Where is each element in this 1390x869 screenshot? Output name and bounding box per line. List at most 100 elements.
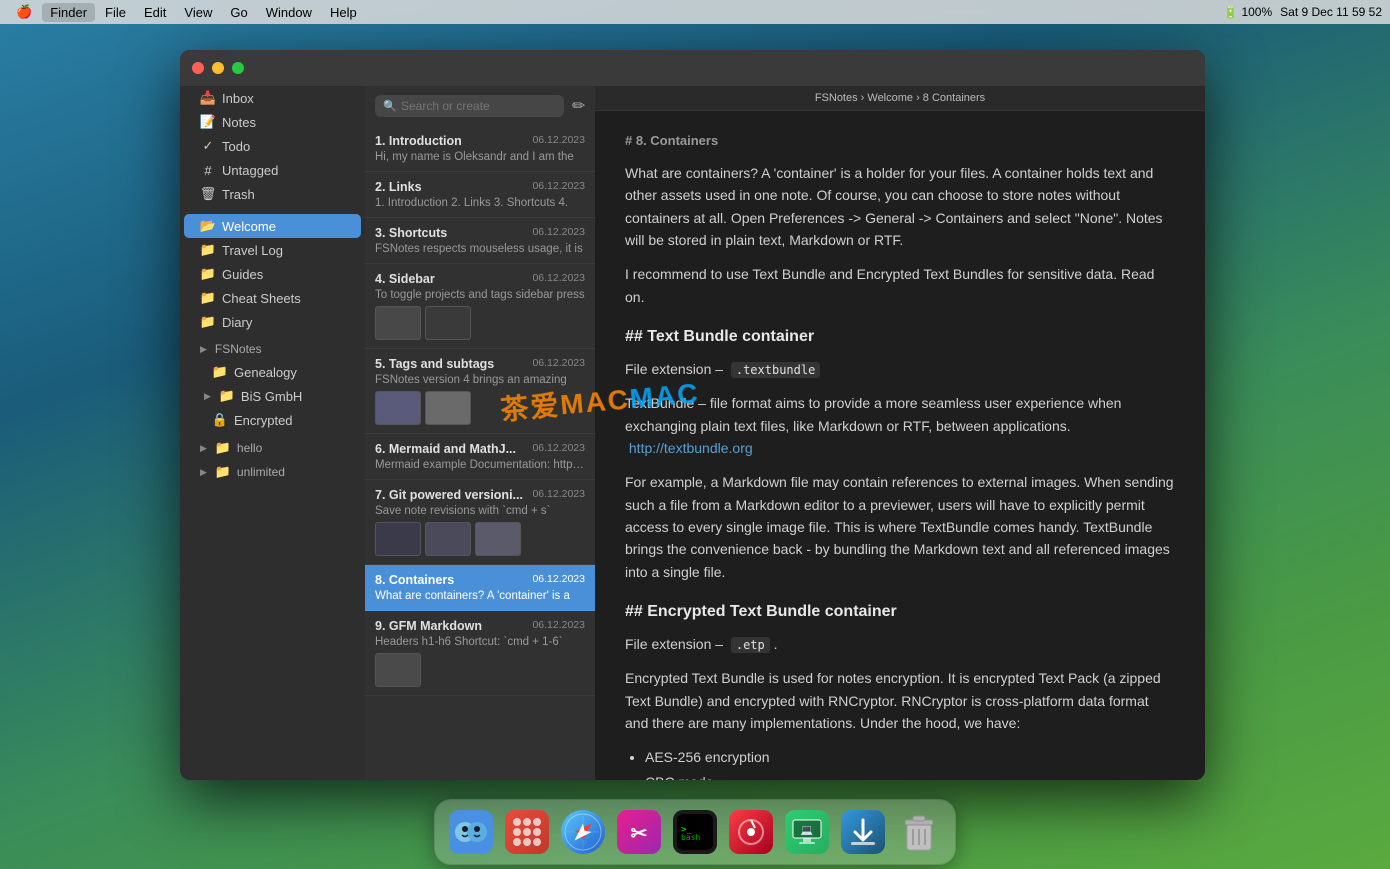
note-title-5: 5. Tags and subtags [375, 357, 494, 371]
note-date-5: 06.12.2023 [532, 357, 585, 369]
breadcrumb: FSNotes › Welcome › 8 Containers [595, 86, 1205, 111]
editor-section-heading: # 8. Containers [625, 131, 1175, 152]
note-item-7[interactable]: 7. Git powered versioni... 06.12.2023 Sa… [365, 480, 595, 565]
note-item-9[interactable]: 9. GFM Markdown 06.12.2023 Headers h1-h6… [365, 611, 595, 696]
editor-etp-desc: Encrypted Text Bundle is used for notes … [625, 667, 1175, 734]
note-thumb-4a [375, 306, 421, 340]
etp-code: .etp [731, 637, 770, 653]
note-images-5 [375, 391, 585, 425]
menubar-finder[interactable]: Finder [42, 3, 95, 22]
menubar: 🍎 Finder File Edit View Go Window Help 🔋… [0, 0, 1390, 24]
dock-launchpad[interactable] [501, 806, 553, 858]
sidebar-item-bis-gmbh[interactable]: ▶ 📁 BiS GmbH [184, 384, 361, 408]
menubar-help[interactable]: Help [322, 3, 365, 22]
dock-trash[interactable] [893, 806, 945, 858]
note-item-8[interactable]: 8. Containers 06.12.2023 What are contai… [365, 565, 595, 611]
menubar-datetime: Sat 9 Dec 11 59 52 [1280, 5, 1382, 19]
notes-icon: 📝 [200, 114, 216, 130]
menubar-edit[interactable]: Edit [136, 3, 174, 22]
editor-content[interactable]: # 8. Containers What are containers? A '… [595, 111, 1205, 780]
apple-menu[interactable]: 🍎 [8, 2, 40, 22]
editor-textbundle-desc: TextBundle – file format aims to provide… [625, 392, 1175, 459]
sidebar-item-genealogy[interactable]: 📁 Genealogy [184, 360, 361, 384]
sidebar-item-diary[interactable]: 📁 Diary [184, 310, 361, 334]
editor-h2-textbundle: ## Text Bundle container [625, 324, 1175, 350]
folder-cheat-icon: 📁 [200, 290, 216, 306]
note-preview-8: What are containers? A 'container' is a [375, 590, 585, 602]
textbundle-code: .textbundle [731, 362, 820, 378]
folder-diary-icon: 📁 [200, 314, 216, 330]
note-thumb-7a [375, 522, 421, 556]
note-preview-3: FSNotes respects mouseless usage, it is [375, 243, 585, 255]
sidebar-item-welcome[interactable]: 📂 Welcome [184, 214, 361, 238]
sidebar-item-encrypted[interactable]: 🔒 Encrypted [184, 408, 361, 432]
note-images-9 [375, 653, 585, 687]
svg-text:💻: 💻 [801, 825, 814, 836]
sidebar-item-trash[interactable]: 🗑 Trash [184, 182, 361, 206]
note-item-1[interactable]: 1. Introduction 06.12.2023 Hi, my name i… [365, 126, 595, 172]
menubar-go[interactable]: Go [222, 3, 255, 22]
editor-crypto-list: AES-256 encryption CBC mode Password str… [645, 746, 1175, 780]
sidebar-item-travel-log[interactable]: 📁 Travel Log [184, 238, 361, 262]
sidebar-group-fsnotes[interactable]: ▶ FSNotes [184, 338, 361, 360]
sidebar-item-untagged[interactable]: # Untagged [184, 158, 361, 182]
folder-welcome-icon: 📂 [200, 218, 216, 234]
sidebar-item-todo[interactable]: ✓ Todo [184, 134, 361, 158]
crypto-item-2: CBC mode [645, 771, 1175, 780]
note-preview-5: FSNotes version 4 brings an amazing [375, 374, 585, 386]
dock: ✂ >_ bash [435, 800, 955, 864]
dock-finder[interactable] [445, 806, 497, 858]
note-title-1: 1. Introduction [375, 134, 462, 148]
sidebar-item-cheat-sheets[interactable]: 📁 Cheat Sheets [184, 286, 361, 310]
note-item-5[interactable]: 5. Tags and subtags 06.12.2023 FSNotes v… [365, 349, 595, 434]
note-item-3[interactable]: 3. Shortcuts 06.12.2023 FSNotes respects… [365, 218, 595, 264]
new-note-button[interactable]: ✏ [570, 94, 587, 118]
note-title-7: 7. Git powered versioni... [375, 488, 523, 502]
sidebar: 📥 Inbox 📝 Notes ✓ Todo # Untagged 🗑 Tras… [180, 50, 365, 780]
dock-screens[interactable]: 💻 [781, 806, 833, 858]
note-preview-1: Hi, my name is Oleksandr and I am the [375, 151, 585, 163]
note-thumb-7b [425, 522, 471, 556]
untagged-icon: # [200, 162, 216, 178]
chevron-right-icon: ▶ [204, 391, 211, 402]
crypto-item-1: AES-256 encryption [645, 746, 1175, 768]
notes-scroll-area[interactable]: 1. Introduction 06.12.2023 Hi, my name i… [365, 126, 595, 780]
note-date-7: 06.12.2023 [532, 488, 585, 500]
dock-terminal[interactable]: >_ bash [669, 806, 721, 858]
note-item-2[interactable]: 2. Links 06.12.2023 1. Introduction 2. L… [365, 172, 595, 218]
search-input[interactable] [375, 95, 564, 117]
editor-panel: FSNotes › Welcome › 8 Containers # 8. Co… [595, 50, 1205, 780]
note-title-4: 4. Sidebar [375, 272, 435, 286]
note-item-4[interactable]: 4. Sidebar 06.12.2023 To toggle projects… [365, 264, 595, 349]
dock-music[interactable] [725, 806, 777, 858]
dock-downie[interactable] [837, 806, 889, 858]
note-preview-2: 1. Introduction 2. Links 3. Shortcuts 4. [375, 197, 585, 209]
menubar-battery: 🔋 100% [1223, 5, 1272, 19]
svg-text:✂: ✂ [631, 823, 648, 845]
note-thumb-9a [375, 653, 421, 687]
menubar-view[interactable]: View [176, 3, 220, 22]
textbundle-link[interactable]: http://textbundle.org [629, 440, 753, 456]
note-images-4 [375, 306, 585, 340]
folder-guides-icon: 📁 [200, 266, 216, 282]
sidebar-item-guides[interactable]: 📁 Guides [184, 262, 361, 286]
notes-list-header: 🔍 ✏ [365, 86, 595, 126]
svg-text:bash: bash [681, 833, 700, 842]
sidebar-group-hello[interactable]: ▶ 📁 hello [184, 436, 361, 460]
note-thumb-5a [375, 391, 421, 425]
menubar-file[interactable]: File [97, 3, 134, 22]
window-minimize-button[interactable] [212, 62, 224, 74]
menubar-window[interactable]: Window [258, 3, 320, 22]
note-item-6[interactable]: 6. Mermaid and MathJ... 06.12.2023 Merma… [365, 434, 595, 480]
window-maximize-button[interactable] [232, 62, 244, 74]
dock-capcut[interactable]: ✂ [613, 806, 665, 858]
note-date-1: 06.12.2023 [532, 134, 585, 146]
menubar-right: 🔋 100% Sat 9 Dec 11 59 52 [1223, 5, 1382, 19]
sidebar-item-notes[interactable]: 📝 Notes [184, 110, 361, 134]
window-close-button[interactable] [192, 62, 204, 74]
sidebar-group-unlimited[interactable]: ▶ 📁 unlimited [184, 460, 361, 484]
sidebar-item-inbox[interactable]: 📥 Inbox [184, 86, 361, 110]
dock-safari[interactable] [557, 806, 609, 858]
note-title-8: 8. Containers [375, 573, 454, 587]
editor-file-ext-textbundle: File extension – .textbundle [625, 358, 1175, 380]
